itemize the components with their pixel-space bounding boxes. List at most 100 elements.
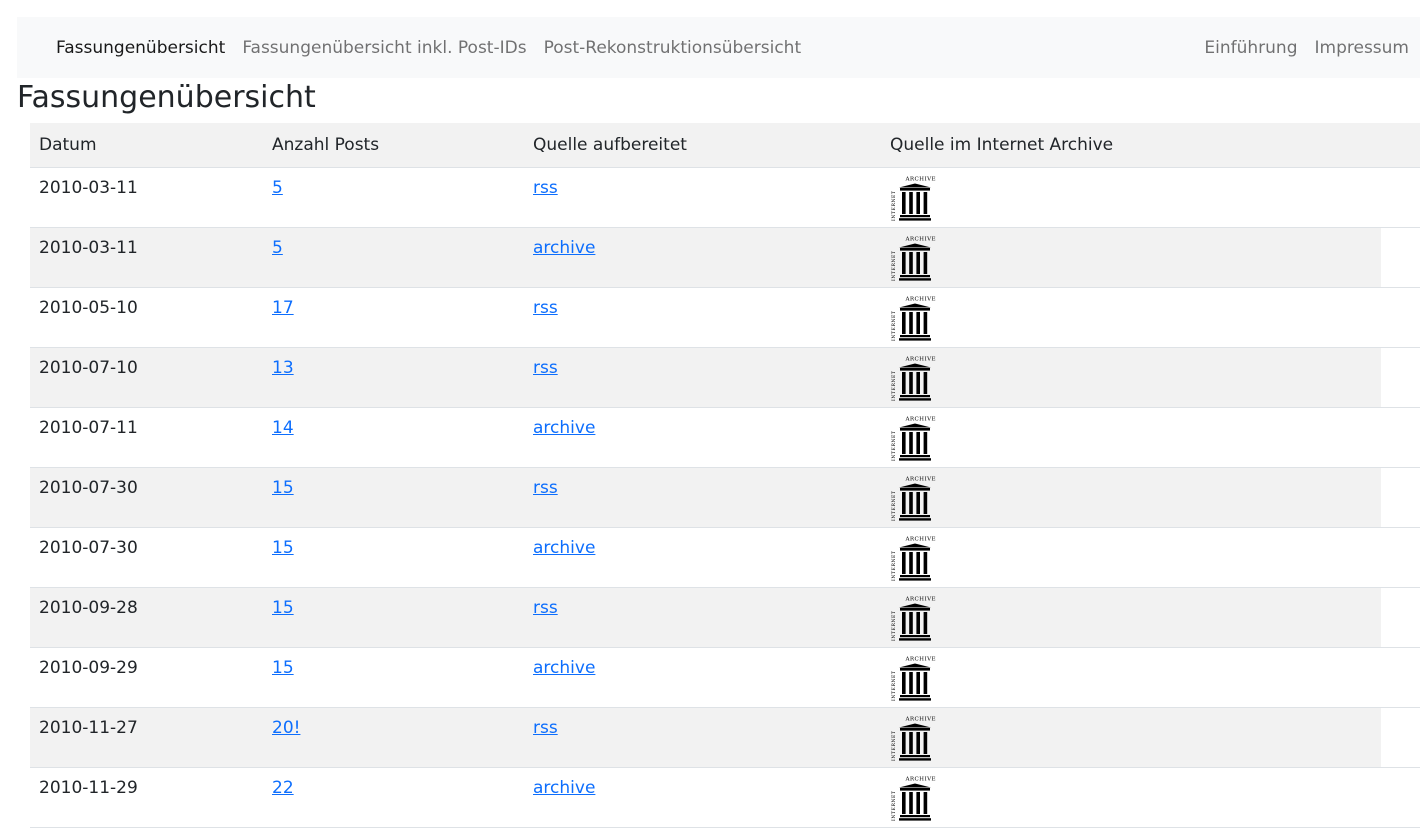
date-value: 2010-05-10 (39, 298, 138, 318)
internet-archive-icon: ARCHIVE INTERNET (891, 357, 935, 402)
svg-text:INTERNET: INTERNET (891, 610, 897, 641)
posts-count-link[interactable]: 15 (272, 598, 294, 618)
date-value: 2010-07-30 (39, 538, 138, 558)
svg-text:INTERNET: INTERNET (891, 190, 897, 221)
nav-link-fassungenuebersicht-post-ids[interactable]: Fassungenübersicht inkl. Post-IDs (242, 38, 526, 58)
cell-posts: 15 (263, 528, 524, 588)
cell-posts: 13 (263, 347, 524, 408)
internet-archive-link[interactable]: ARCHIVE INTERNET (890, 535, 1420, 582)
date-value: 2010-09-29 (39, 658, 138, 678)
internet-archive-icon: ARCHIVE INTERNET (891, 417, 935, 462)
cell-source: rss (524, 467, 881, 528)
table-header-row: Datum Anzahl Posts Quelle aufbereitet Qu… (30, 123, 1420, 168)
source-link[interactable]: rss (533, 358, 558, 378)
table-row: 2010-09-29 15 archive ARCHIVE INTERNET (30, 648, 1420, 708)
cell-date: 2010-07-30 (30, 467, 263, 528)
versions-table-wrapper: Datum Anzahl Posts Quelle aufbereitet Qu… (30, 123, 1420, 828)
source-link[interactable]: archive (533, 418, 595, 438)
cell-posts: 14 (263, 408, 524, 468)
posts-count-link[interactable]: 15 (272, 478, 294, 498)
nav-link-impressum[interactable]: Impressum (1315, 38, 1410, 58)
source-link[interactable]: rss (533, 298, 558, 318)
posts-count-link[interactable]: 5 (272, 238, 283, 258)
source-link[interactable]: archive (533, 238, 595, 258)
cell-internet-archive: ARCHIVE INTERNET (881, 288, 1420, 348)
cell-internet-archive: ARCHIVE INTERNET (881, 408, 1420, 468)
cell-internet-archive: ARCHIVE INTERNET (881, 168, 1420, 228)
svg-text:ARCHIVE: ARCHIVE (904, 177, 936, 183)
cell-source: archive (524, 648, 881, 708)
cell-posts: 5 (263, 168, 524, 228)
cell-source: rss (524, 707, 881, 768)
cell-posts: 20! (263, 707, 524, 768)
source-link[interactable]: archive (533, 778, 595, 798)
cell-source: rss (524, 168, 881, 228)
date-value: 2010-07-10 (39, 358, 138, 378)
internet-archive-link[interactable]: ARCHIVE INTERNET (890, 775, 1420, 822)
posts-count-link[interactable]: 20! (272, 718, 300, 738)
internet-archive-link[interactable]: ARCHIVE INTERNET (890, 475, 1420, 522)
internet-archive-link[interactable]: ARCHIVE INTERNET (890, 295, 1420, 342)
cell-internet-archive: ARCHIVE INTERNET (881, 227, 1420, 288)
svg-text:ARCHIVE: ARCHIVE (904, 477, 936, 483)
internet-archive-icon: ARCHIVE INTERNET (891, 477, 936, 522)
svg-text:INTERNET: INTERNET (891, 370, 897, 401)
posts-count-link[interactable]: 5 (272, 178, 283, 198)
nav-link-fassungenuebersicht[interactable]: Fassungenübersicht (56, 38, 225, 58)
cell-posts: 15 (263, 467, 524, 528)
versions-table: Datum Anzahl Posts Quelle aufbereitet Qu… (30, 123, 1420, 828)
date-value: 2010-03-11 (39, 238, 138, 258)
svg-text:INTERNET: INTERNET (891, 310, 897, 341)
table-row: 2010-07-30 15 archive ARCHIVE INTERNET (30, 528, 1420, 588)
cell-source: rss (524, 288, 881, 348)
header-anzahl-posts: Anzahl Posts (263, 123, 524, 168)
internet-archive-link[interactable]: ARCHIVE INTERNET (890, 355, 1420, 402)
svg-text:INTERNET: INTERNET (891, 250, 897, 281)
svg-text:INTERNET: INTERNET (891, 430, 897, 461)
source-link[interactable]: archive (533, 538, 595, 558)
internet-archive-link[interactable]: ARCHIVE INTERNET (890, 235, 1420, 282)
internet-archive-link[interactable]: ARCHIVE INTERNET (890, 655, 1420, 702)
source-link[interactable]: rss (533, 478, 558, 498)
cell-date: 2010-03-11 (30, 227, 263, 288)
internet-archive-icon: ARCHIVE INTERNET (891, 537, 935, 582)
table-row: 2010-05-10 17 rss ARCHIVE INTERNET (30, 288, 1420, 348)
internet-archive-link[interactable]: ARCHIVE INTERNET (890, 595, 1420, 642)
source-link[interactable]: archive (533, 658, 595, 678)
internet-archive-link[interactable]: ARCHIVE INTERNET (890, 415, 1420, 462)
cell-date: 2010-09-29 (30, 648, 263, 708)
cell-source: archive (524, 768, 881, 828)
svg-text:INTERNET: INTERNET (891, 550, 897, 581)
table-row: 2010-11-27 20! rss ARCHIVE INTERNET (30, 707, 1420, 768)
posts-count-link[interactable]: 22 (272, 778, 294, 798)
cell-date: 2010-05-10 (30, 288, 263, 348)
source-link[interactable]: rss (533, 718, 558, 738)
posts-count-link[interactable]: 13 (272, 358, 294, 378)
posts-count-link[interactable]: 15 (272, 538, 294, 558)
cell-source: rss (524, 587, 881, 648)
internet-archive-link[interactable]: ARCHIVE INTERNET (890, 715, 1420, 762)
cell-date: 2010-03-11 (30, 168, 263, 228)
table-row: 2010-11-29 22 archive ARCHIVE INTERNET (30, 768, 1420, 828)
internet-archive-link[interactable]: ARCHIVE INTERNET (890, 175, 1420, 222)
table-row: 2010-07-10 13 rss ARCHIVE INTERNET (30, 347, 1420, 408)
posts-count-link[interactable]: 15 (272, 658, 294, 678)
date-value: 2010-07-30 (39, 478, 138, 498)
cell-posts: 15 (263, 648, 524, 708)
nav-link-einfuehrung[interactable]: Einführung (1204, 38, 1297, 58)
posts-count-link[interactable]: 14 (272, 418, 294, 438)
internet-archive-icon: ARCHIVE INTERNET (891, 597, 935, 642)
cell-source: archive (524, 528, 881, 588)
posts-count-link[interactable]: 17 (272, 298, 294, 318)
header-quelle-internet-archive: Quelle im Internet Archive (881, 123, 1420, 168)
svg-text:INTERNET: INTERNET (891, 670, 897, 701)
source-link[interactable]: rss (533, 598, 558, 618)
source-link[interactable]: rss (533, 178, 558, 198)
nav-right: Einführung Impressum (1204, 38, 1420, 58)
cell-posts: 17 (263, 288, 524, 348)
svg-text:ARCHIVE: ARCHIVE (904, 297, 936, 303)
date-value: 2010-07-11 (39, 418, 138, 438)
nav-link-post-rekonstruktion[interactable]: Post-Rekonstruktionsübersicht (544, 38, 802, 58)
cell-date: 2010-11-27 (30, 707, 263, 768)
svg-text:ARCHIVE: ARCHIVE (904, 657, 936, 663)
